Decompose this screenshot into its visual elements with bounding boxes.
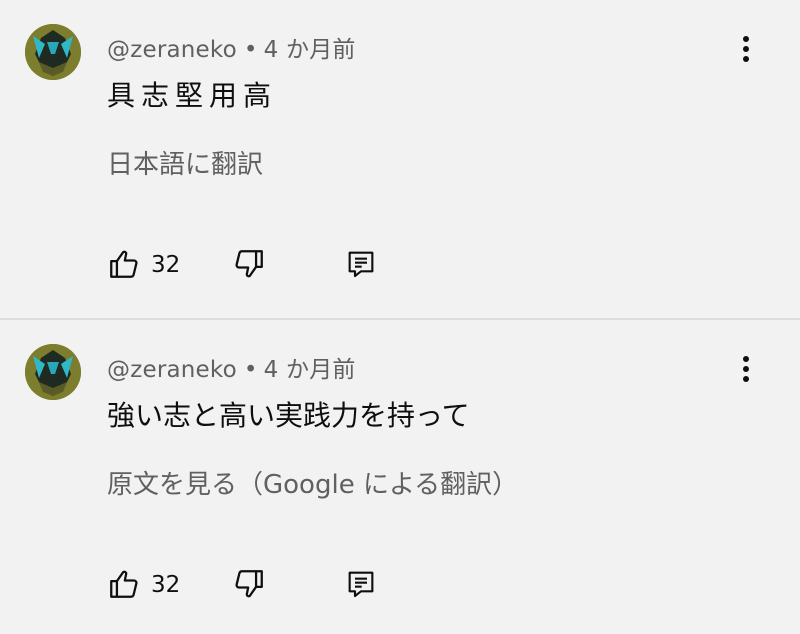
comment-meta: @zeraneko • 4 か月前 bbox=[107, 350, 356, 384]
comment-time[interactable]: 4 か月前 bbox=[264, 357, 356, 383]
dislike-button[interactable] bbox=[232, 568, 266, 604]
more-options-button[interactable] bbox=[733, 34, 759, 68]
avatar-image bbox=[25, 24, 81, 80]
like-count: 32 bbox=[151, 572, 181, 598]
avatar[interactable] bbox=[25, 344, 81, 400]
comment-thread-item: @zeraneko • 4 か月前 強い志と高い実践力を持って 原文を見る（Goog… bbox=[0, 320, 800, 634]
avatar[interactable] bbox=[25, 24, 81, 80]
comment-thread-item: @zeraneko • 4 か月前 具志堅用高 日本語に翻訳 32 bbox=[0, 0, 800, 318]
dislike-button[interactable] bbox=[232, 248, 266, 284]
translate-link[interactable]: 原文を見る（Google による翻訳） bbox=[107, 464, 518, 501]
thumbs-up-icon bbox=[107, 567, 141, 605]
meta-separator: • bbox=[243, 357, 258, 383]
translate-link[interactable]: 日本語に翻訳 bbox=[107, 144, 263, 181]
more-vertical-icon bbox=[742, 354, 750, 388]
comment-meta: @zeraneko • 4 か月前 bbox=[107, 30, 356, 64]
comment-time[interactable]: 4 か月前 bbox=[264, 37, 356, 63]
author-name[interactable]: @zeraneko bbox=[107, 37, 237, 63]
avatar-image bbox=[25, 344, 81, 400]
thumbs-down-icon bbox=[232, 567, 266, 605]
reply-button[interactable] bbox=[345, 248, 377, 284]
thumbs-down-icon bbox=[232, 247, 266, 285]
author-name[interactable]: @zeraneko bbox=[107, 357, 237, 383]
reply-button[interactable] bbox=[345, 568, 377, 604]
more-options-button[interactable] bbox=[733, 354, 759, 388]
comment-text: 具志堅用高 bbox=[107, 79, 278, 112]
reply-icon bbox=[345, 567, 377, 605]
meta-separator: • bbox=[243, 37, 258, 63]
more-vertical-icon bbox=[742, 34, 750, 68]
like-button[interactable] bbox=[107, 568, 141, 604]
thumbs-up-icon bbox=[107, 247, 141, 285]
reply-icon bbox=[345, 247, 377, 285]
comment-text: 強い志と高い実践力を持って bbox=[107, 399, 470, 432]
like-button[interactable] bbox=[107, 248, 141, 284]
like-count: 32 bbox=[151, 252, 181, 278]
